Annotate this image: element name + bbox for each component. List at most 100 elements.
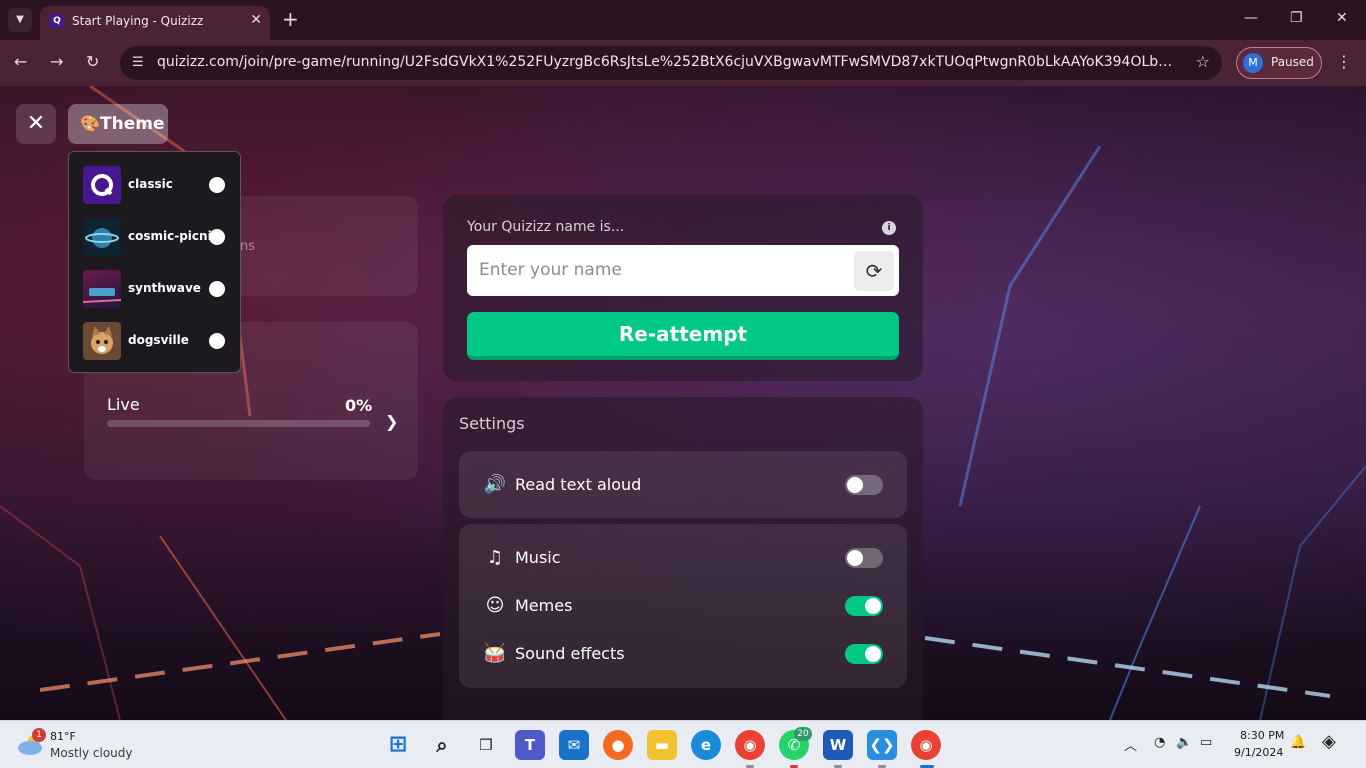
setting-label: Music — [515, 548, 561, 567]
live-label: Live — [107, 395, 140, 414]
read-text-aloud-toggle[interactable] — [845, 475, 883, 495]
theme-option-name: synthwave — [128, 281, 201, 295]
minimize-icon[interactable]: — — [1244, 10, 1258, 26]
weather-description[interactable]: Mostly cloudy — [50, 746, 133, 760]
name-input-wrapper: ⟳ — [467, 245, 899, 296]
theme-option-classic[interactable]: classic — [83, 166, 233, 204]
clock-date[interactable]: 9/1/2024 — [1234, 746, 1283, 759]
laughing-face-icon: ☺ — [485, 595, 505, 616]
word-icon[interactable]: W — [823, 730, 853, 760]
setting-row-memes: ☺ Memes — [459, 586, 907, 626]
notification-bell-icon[interactable]: 🔔 — [1290, 735, 1306, 750]
setting-row-music: ♫ Music — [459, 538, 907, 578]
windows-taskbar: 1 81°F Mostly cloudy ⊞ ⌕ ❒ T ✉ ● ▬ e ◉ ✆… — [0, 720, 1366, 768]
theme-radio[interactable] — [209, 281, 225, 297]
drum-icon: 🥁 — [483, 643, 507, 664]
setting-label: Memes — [515, 596, 573, 615]
restore-icon[interactable]: ❐ — [1290, 10, 1303, 26]
show-hidden-icons-chevron-up-icon[interactable]: ︿ — [1124, 735, 1137, 754]
chrome-profile-icon[interactable]: ◉ — [911, 730, 941, 760]
theme-option-name: cosmic-picnic — [128, 229, 219, 243]
theme-button[interactable]: 🎨 Theme — [68, 104, 168, 144]
firefox-icon[interactable]: ● — [603, 730, 633, 760]
address-bar[interactable]: ☰ quizizz.com/join/pre-game/running/U2Fs… — [120, 46, 1222, 80]
dogsville-theme-thumbnail — [83, 322, 121, 360]
theme-menu: classic cosmic-picnic synthwave dogsvill… — [68, 151, 241, 373]
battery-icon[interactable]: ▭ — [1200, 735, 1212, 750]
chrome-icon[interactable]: ◉ — [735, 730, 765, 760]
file-explorer-icon[interactable]: ▬ — [647, 730, 677, 760]
site-info-icon[interactable]: ☰ — [132, 55, 144, 70]
back-icon[interactable]: ← — [14, 52, 27, 71]
mail-icon[interactable]: ✉ — [559, 730, 589, 760]
forward-icon[interactable]: → — [50, 52, 63, 71]
info-card-partial-text: ns — [240, 239, 256, 254]
teams-icon[interactable]: T — [515, 730, 545, 760]
windows-start-icon[interactable]: ⊞ — [383, 730, 413, 760]
search-icon[interactable]: ⌕ — [427, 730, 457, 760]
sound-effects-toggle[interactable] — [845, 644, 883, 664]
classic-theme-thumbnail — [83, 166, 121, 204]
new-tab-plus-icon[interactable]: + — [282, 8, 299, 30]
music-note-icon: ♫ — [486, 547, 504, 568]
music-toggle[interactable] — [845, 548, 883, 568]
theme-button-label: Theme — [100, 114, 165, 134]
clock-time[interactable]: 8:30 PM — [1240, 729, 1284, 742]
live-percent: 0% — [345, 396, 373, 415]
window-close-icon[interactable]: ✕ — [1336, 10, 1348, 26]
edge-icon[interactable]: e — [691, 730, 721, 760]
memes-toggle[interactable] — [845, 596, 883, 616]
quizizz-pregame-page: ✕ 🎨 Theme ns Live 0% ❯ classic cosmic-pi… — [0, 86, 1366, 720]
theme-option-cosmic-picnic[interactable]: cosmic-picnic — [83, 218, 233, 256]
profile-button[interactable]: M Paused — [1236, 47, 1322, 79]
setting-label: Sound effects — [515, 644, 625, 663]
browser-tab[interactable]: Q Start Playing - Quizizz ✕ — [40, 6, 270, 40]
setting-row-read-text-aloud: 🔊 Read text aloud — [459, 465, 907, 505]
name-input[interactable] — [479, 253, 849, 287]
setting-row-sound-effects: 🥁 Sound effects — [459, 634, 907, 674]
theme-option-name: dogsville — [128, 333, 189, 347]
theme-option-synthwave[interactable]: synthwave — [83, 270, 233, 308]
live-progress-bar — [107, 420, 370, 427]
profile-status: Paused — [1271, 55, 1314, 69]
weather-alert-badge: 1 — [32, 728, 46, 742]
theme-option-name: classic — [128, 177, 173, 191]
tab-title: Start Playing - Quizizz — [72, 14, 204, 28]
theme-radio[interactable] — [209, 229, 225, 245]
task-view-icon[interactable]: ❒ — [471, 730, 501, 760]
copilot-icon[interactable]: ◈ — [1322, 731, 1336, 752]
kebab-menu-icon[interactable]: ⋮ — [1336, 52, 1352, 71]
toggle-knob — [865, 598, 881, 614]
theme-option-dogsville[interactable]: dogsville — [83, 322, 233, 360]
close-button[interactable]: ✕ — [16, 104, 56, 144]
settings-group-audio: ♫ Music ☺ Memes 🥁 Sound effects — [459, 524, 907, 688]
info-icon[interactable]: i — [882, 221, 896, 235]
tab-search-chevron-down-icon[interactable]: ▼ — [8, 8, 32, 32]
toggle-knob — [847, 477, 863, 493]
tab-close-icon[interactable]: ✕ — [250, 12, 262, 28]
cosmic-picnic-theme-thumbnail — [83, 218, 121, 256]
setting-label: Read text aloud — [515, 475, 642, 494]
avatar: M — [1243, 53, 1263, 73]
refresh-icon: ⟳ — [865, 259, 883, 283]
wifi-icon[interactable]: ◔ — [1154, 735, 1165, 750]
url-text[interactable]: quizizz.com/join/pre-game/running/U2FsdG… — [157, 54, 1177, 70]
synthwave-theme-thumbnail — [83, 270, 121, 308]
toggle-knob — [847, 550, 863, 566]
weather-temperature[interactable]: 81°F — [50, 730, 76, 743]
vscode-icon[interactable]: ❮❯ — [867, 730, 897, 760]
theme-radio[interactable] — [209, 177, 225, 193]
whatsapp-unread-badge: 20 — [794, 727, 812, 741]
refresh-name-button[interactable]: ⟳ — [854, 251, 894, 291]
name-prompt: Your Quizizz name is... — [467, 219, 625, 235]
toggle-knob — [865, 646, 881, 662]
theme-radio[interactable] — [209, 333, 225, 349]
bookmark-star-icon[interactable]: ☆ — [1196, 52, 1210, 71]
reattempt-button[interactable]: Re-attempt — [467, 312, 899, 360]
quizizz-favicon-icon: Q — [50, 14, 64, 28]
volume-icon[interactable]: 🔈 — [1176, 735, 1192, 750]
reload-icon[interactable]: ↻ — [86, 52, 99, 71]
browser-toolbar: ← → ↻ ☰ quizizz.com/join/pre-game/runnin… — [0, 40, 1366, 86]
settings-group-readaloud: 🔊 Read text aloud — [459, 451, 907, 518]
chevron-right-icon[interactable]: ❯ — [385, 412, 398, 431]
